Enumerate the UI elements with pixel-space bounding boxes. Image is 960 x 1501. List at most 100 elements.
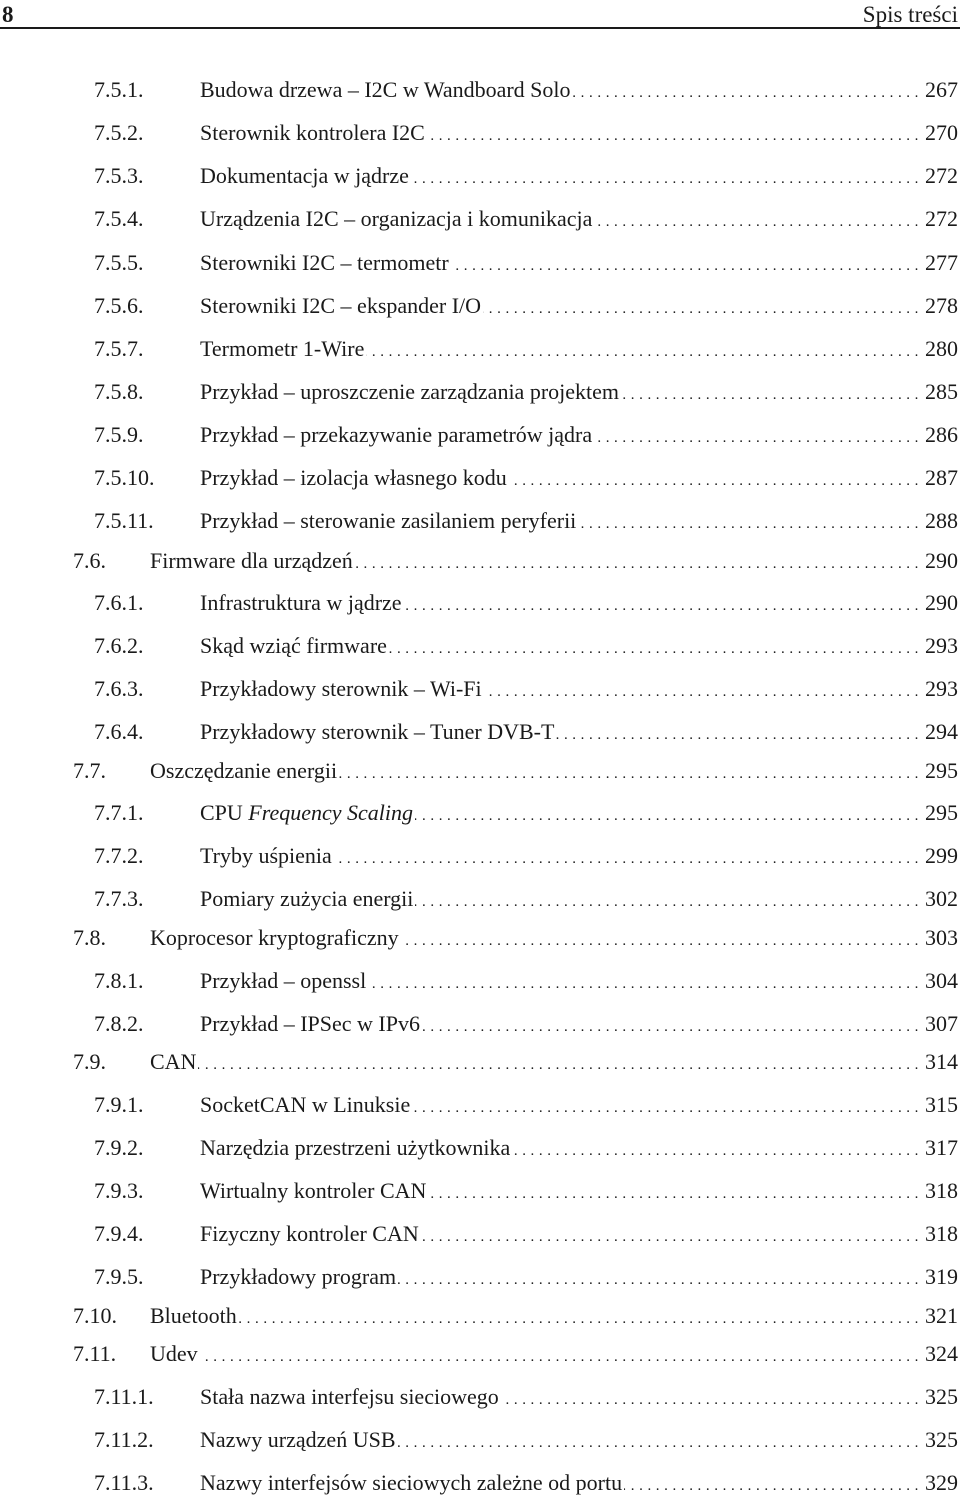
toc-entry-title[interactable]: Sterownik kontrolera I2C <box>200 118 427 148</box>
toc-entry[interactable]: 7.5.3. Dokumentacja w jądrze.............… <box>0 161 960 191</box>
toc-entry-page[interactable]: 314 <box>923 1047 958 1077</box>
toc-entry-page[interactable]: 325 <box>923 1382 958 1412</box>
toc-entry[interactable]: 7.5.7. Termometr 1-Wire..................… <box>0 334 960 364</box>
toc-entry-title[interactable]: SocketCAN w Linuksie <box>200 1090 413 1120</box>
toc-entry-title[interactable]: Koprocesor kryptograficzny <box>150 923 401 953</box>
toc-entry-page[interactable]: 285 <box>923 377 958 407</box>
toc-entry-title[interactable]: Termometr 1-Wire <box>200 334 367 364</box>
toc-entry-title[interactable]: Dokumentacja w jądrze <box>200 161 411 191</box>
toc-entry-title[interactable]: Nazwy interfejsów sieciowych zależne od … <box>200 1468 625 1498</box>
toc-entry-title[interactable]: Budowa drzewa – I2C w Wandboard Solo <box>200 75 573 105</box>
toc-entry-title[interactable]: Urządzenia I2C – organizacja i komunikac… <box>200 204 595 234</box>
toc-entry-page[interactable]: 293 <box>923 674 958 704</box>
toc-entry[interactable]: 7.8. Koprocesor kryptograficzny..........… <box>0 923 960 953</box>
toc-entry[interactable]: 7.6. Firmware dla urządzeń...............… <box>0 546 960 576</box>
toc-entry-page[interactable]: 318 <box>923 1176 958 1206</box>
toc-entry-title[interactable]: Oszczędzanie energii <box>150 756 340 786</box>
toc-entry-title[interactable]: Przykład – IPSec w IPv6 <box>200 1009 422 1039</box>
toc-entry-page[interactable]: 315 <box>923 1090 958 1120</box>
toc-entry-page[interactable]: 290 <box>923 546 958 576</box>
toc-entry-page[interactable]: 304 <box>923 966 958 996</box>
toc-entry[interactable]: 7.11.2. Nazwy urządzeń USB...............… <box>0 1425 960 1455</box>
toc-entry-page[interactable]: 280 <box>923 334 958 364</box>
toc-entry-page[interactable]: 293 <box>923 631 958 661</box>
toc-entry-title[interactable]: CPU Frequency Scaling <box>200 798 416 828</box>
toc-entry-title[interactable]: Przykładowy sterownik – Tuner DVB-T <box>200 717 557 747</box>
toc-entry[interactable]: 7.5.6. Sterowniki I2C – ekspander I/O....… <box>0 291 960 321</box>
toc-entry[interactable]: 7.8.2. Przykład – IPSec w IPv6...........… <box>0 1009 960 1039</box>
toc-entry-page[interactable]: 277 <box>923 248 958 278</box>
toc-entry-title[interactable]: Infrastruktura w jądrze <box>200 588 404 618</box>
toc-entry-title[interactable]: Fizyczny kontroler CAN <box>200 1219 421 1249</box>
toc-entry-title[interactable]: Przykład – sterowanie zasilaniem peryfer… <box>200 506 579 536</box>
toc-entry-title[interactable]: Przykład – openssl <box>200 966 369 996</box>
toc-entry-title[interactable]: Wirtualny kontroler CAN <box>200 1176 429 1206</box>
toc-entry-title[interactable]: Narzędzia przestrzeni użytkownika <box>200 1133 513 1163</box>
toc-entry-page[interactable]: 287 <box>923 463 958 493</box>
toc-entry-page[interactable]: 321 <box>923 1301 958 1331</box>
toc-entry[interactable]: 7.5.5. Sterowniki I2C – termometr........… <box>0 248 960 278</box>
toc-entry[interactable]: 7.6.2. Skąd wziąć firmware...............… <box>0 631 960 661</box>
toc-entry-page[interactable]: 317 <box>923 1133 958 1163</box>
toc-entry[interactable]: 7.9. CAN.................................… <box>0 1047 960 1077</box>
toc-entry[interactable]: 7.5.9. Przykład – przekazywanie parametró… <box>0 420 960 450</box>
toc-entry-title[interactable]: Stała nazwa interfejsu sieciowego <box>200 1382 501 1412</box>
toc-entry[interactable]: 7.9.2. Narzędzia przestrzeni użytkownika.… <box>0 1133 960 1163</box>
toc-entry-title[interactable]: Nazwy urządzeń USB <box>200 1425 398 1455</box>
toc-entry[interactable]: 7.5.2. Sterownik kontrolera I2C..........… <box>0 118 960 148</box>
toc-entry-page[interactable]: 302 <box>923 884 958 914</box>
toc-entry[interactable]: 7.6.3. Przykładowy sterownik – Wi-Fi.....… <box>0 674 960 704</box>
toc-entry-page[interactable]: 299 <box>923 841 958 871</box>
toc-entry-page[interactable]: 318 <box>923 1219 958 1249</box>
toc-entry-title[interactable]: CAN <box>150 1047 199 1077</box>
toc-entry-title[interactable]: Firmware dla urządzeń <box>150 546 355 576</box>
toc-entry[interactable]: 7.10. Bluetooth..........................… <box>0 1301 960 1331</box>
toc-entry-title[interactable]: Przykład – przekazywanie parametrów jądr… <box>200 420 595 450</box>
toc-entry-title[interactable]: Tryby uśpienia <box>200 841 334 871</box>
toc-entry[interactable]: 7.5.11. Przykład – sterowanie zasilaniem … <box>0 506 960 536</box>
toc-entry[interactable]: 7.7. Oszczędzanie energii................… <box>0 756 960 786</box>
toc-entry[interactable]: 7.9.4. Fizyczny kontroler CAN............… <box>0 1219 960 1249</box>
toc-entry[interactable]: 7.11. Udev...............................… <box>0 1339 960 1369</box>
toc-entry-page[interactable]: 278 <box>923 291 958 321</box>
toc-entry[interactable]: 7.11.1. Stała nazwa interfejsu sieciowego… <box>0 1382 960 1412</box>
toc-entry[interactable]: 7.5.8. Przykład – uproszczenie zarządzani… <box>0 377 960 407</box>
toc-entry[interactable]: 7.9.1. SocketCAN w Linuksie..............… <box>0 1090 960 1120</box>
toc-entry-title[interactable]: Przykładowy program <box>200 1262 399 1292</box>
toc-entry[interactable]: 7.6.4. Przykładowy sterownik – Tuner DVB-… <box>0 717 960 747</box>
toc-entry[interactable]: 7.11.3. Nazwy interfejsów sieciowych zale… <box>0 1468 960 1498</box>
toc-entry-page[interactable]: 324 <box>923 1339 958 1369</box>
toc-entry[interactable]: 7.7.3. Pomiary zużycia energii...........… <box>0 884 960 914</box>
toc-entry[interactable]: 7.5.10. Przykład – izolacja własnego kodu… <box>0 463 960 493</box>
toc-entry-title[interactable]: Przykładowy sterownik – Wi-Fi <box>200 674 484 704</box>
toc-entry-title[interactable]: Udev <box>150 1339 200 1369</box>
toc-entry[interactable]: 7.5.4. Urządzenia I2C – organizacja i kom… <box>0 204 960 234</box>
toc-entry[interactable]: 7.9.5. Przykładowy program...............… <box>0 1262 960 1292</box>
toc-entry-page[interactable]: 295 <box>923 756 958 786</box>
toc-entry-title[interactable]: Sterowniki I2C – termometr <box>200 248 451 278</box>
toc-entry-page[interactable]: 286 <box>923 420 958 450</box>
toc-entry[interactable]: 7.5.1. Budowa drzewa – I2C w Wandboard So… <box>0 75 960 105</box>
toc-entry-page[interactable]: 288 <box>923 506 958 536</box>
toc-entry-title[interactable]: Bluetooth <box>150 1301 239 1331</box>
toc-entry-title[interactable]: Pomiary zużycia energii <box>200 884 416 914</box>
toc-entry-page[interactable]: 267 <box>923 75 958 105</box>
toc-entry[interactable]: 7.7.2. Tryby uśpienia....................… <box>0 841 960 871</box>
toc-entry[interactable]: 7.9.3. Wirtualny kontroler CAN...........… <box>0 1176 960 1206</box>
toc-entry-page[interactable]: 270 <box>923 118 958 148</box>
toc-entry-page[interactable]: 272 <box>923 204 958 234</box>
toc-entry-page[interactable]: 294 <box>923 717 958 747</box>
toc-entry-page[interactable]: 325 <box>923 1425 958 1455</box>
toc-entry-page[interactable]: 290 <box>923 588 958 618</box>
toc-entry-page[interactable]: 303 <box>923 923 958 953</box>
toc-entry-page[interactable]: 319 <box>923 1262 958 1292</box>
toc-entry[interactable]: 7.7.1. CPU Frequency Scaling.............… <box>0 798 960 828</box>
toc-entry-title[interactable]: Sterowniki I2C – ekspander I/O <box>200 291 484 321</box>
toc-entry-page[interactable]: 307 <box>923 1009 958 1039</box>
toc-entry-title[interactable]: Przykład – uproszczenie zarządzania proj… <box>200 377 622 407</box>
toc-entry[interactable]: 7.8.1. Przykład – openssl................… <box>0 966 960 996</box>
toc-entry-page[interactable]: 272 <box>923 161 958 191</box>
toc-entry-page[interactable]: 295 <box>923 798 958 828</box>
toc-entry-page[interactable]: 329 <box>923 1468 958 1498</box>
toc-entry-title[interactable]: Skąd wziąć firmware <box>200 631 389 661</box>
